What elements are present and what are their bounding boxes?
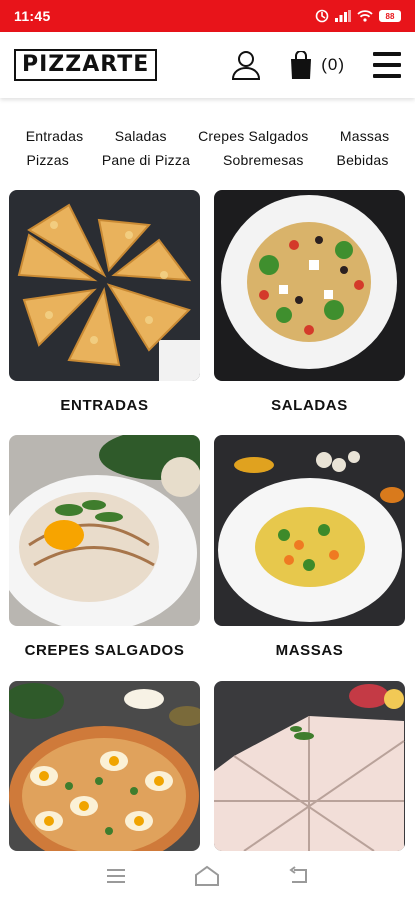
- nav-link-crepes-salgados[interactable]: Crepes Salgados: [198, 128, 308, 144]
- signal-icon: [335, 10, 351, 22]
- header-actions: (0): [229, 48, 401, 82]
- nav-link-sobremesas[interactable]: Sobremesas: [223, 152, 304, 168]
- status-icons: 88: [315, 9, 401, 23]
- nav-link-pane-di-pizza[interactable]: Pane di Pizza: [102, 152, 190, 168]
- category-card-pizzas[interactable]: [9, 681, 200, 867]
- category-nav-row-2: Pizzas Pane di Pizza Sobremesas Bebidas: [0, 152, 415, 168]
- category-label: SALADAS: [271, 397, 348, 414]
- category-label: MASSAS: [275, 642, 344, 659]
- pane-di-pizza-photo: [214, 681, 405, 851]
- cart-count: (0): [321, 55, 345, 74]
- nav-link-entradas[interactable]: Entradas: [26, 128, 84, 144]
- wifi-icon: [357, 10, 373, 22]
- home-icon[interactable]: [193, 862, 221, 890]
- status-bar: 11:45 88: [0, 0, 415, 32]
- category-nav-row-1: Entradas Saladas Crepes Salgados Massas: [0, 128, 415, 144]
- category-card-pane-di-pizza[interactable]: [214, 681, 405, 867]
- back-icon[interactable]: [285, 862, 313, 890]
- app-header: PIZZARTE (0): [0, 32, 415, 98]
- crepe-plate-photo: [9, 435, 200, 626]
- nav-link-bebidas[interactable]: Bebidas: [337, 152, 389, 168]
- recent-apps-icon[interactable]: [102, 862, 130, 890]
- hamburger-menu-icon[interactable]: [373, 52, 401, 78]
- shopping-bag-icon: [291, 51, 312, 79]
- category-label: ENTRADAS: [60, 397, 149, 414]
- account-button[interactable]: [229, 48, 263, 82]
- status-time: 11:45: [14, 8, 51, 24]
- category-nav: Entradas Saladas Crepes Salgados Massas …: [0, 128, 415, 176]
- pasta-bowl-photo: [214, 435, 405, 626]
- system-nav-bar: [0, 852, 415, 900]
- category-card-entradas[interactable]: ENTRADAS: [9, 190, 200, 414]
- pizza-photo: [9, 681, 200, 851]
- user-icon: [232, 51, 261, 80]
- pizzarte-logo[interactable]: PIZZARTE: [14, 49, 158, 81]
- cart-button[interactable]: (0): [289, 51, 345, 79]
- category-card-saladas[interactable]: SALADAS: [214, 190, 405, 414]
- battery-icon: 88: [379, 10, 401, 22]
- pasta-salad-photo: [214, 190, 405, 381]
- category-label: CREPES SALGADOS: [24, 642, 185, 659]
- nav-link-pizzas[interactable]: Pizzas: [26, 152, 68, 168]
- category-card-massas[interactable]: MASSAS: [214, 435, 405, 659]
- pizza-slices-photo: [9, 190, 200, 381]
- category-card-crepes-salgados[interactable]: CREPES SALGADOS: [9, 435, 200, 659]
- nav-link-saladas[interactable]: Saladas: [115, 128, 167, 144]
- battery-level: 88: [385, 11, 395, 21]
- sync-icon: [315, 9, 329, 23]
- nav-link-massas[interactable]: Massas: [340, 128, 389, 144]
